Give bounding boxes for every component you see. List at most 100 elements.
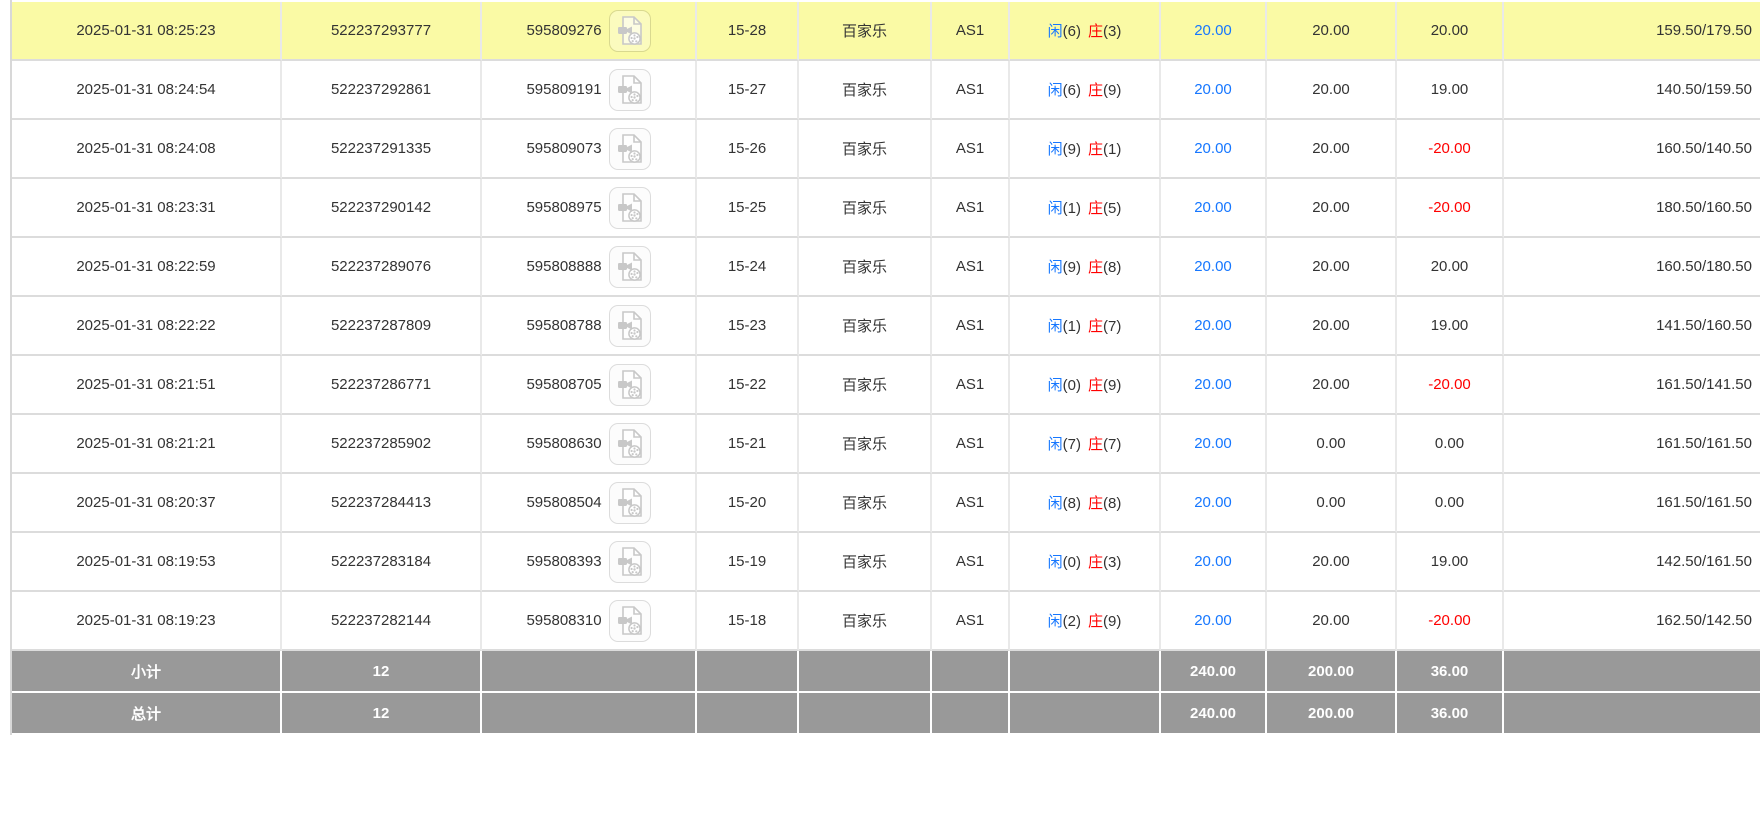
bet-amount-cell: 20.00 [1161,120,1267,179]
bet-record-row[interactable]: 2025-01-31 08:24:08522237291335595809073… [12,120,1760,179]
bet-amount-cell: 20.00 [1161,415,1267,474]
player-label: 闲 [1048,436,1063,453]
game-number-cell: 595808393 [482,533,697,592]
player-label: 闲 [1048,377,1063,394]
bet-amount-link[interactable]: 20.00 [1194,317,1232,334]
bet-amount-link[interactable]: 20.00 [1194,376,1232,393]
win-loss-amount: 19.00 [1397,61,1504,120]
bet-record-row[interactable]: 2025-01-31 08:22:59522237289076595808888… [12,238,1760,297]
bet-record-row[interactable]: 2025-01-31 08:20:37522237284413595808504… [12,474,1760,533]
order-number: 522237289076 [282,238,482,297]
video-replay-button[interactable] [609,10,651,52]
bet-amount-link[interactable]: 20.00 [1194,22,1232,39]
bet-amount-cell: 20.00 [1161,61,1267,120]
banker-label: 庄 [1088,82,1103,99]
total-count: 12 [282,693,482,735]
video-file-icon [615,428,645,460]
bet-amount-link[interactable]: 20.00 [1194,81,1232,98]
result-cell: 闲9庄8 [1010,238,1161,297]
video-file-icon [615,192,645,224]
game-number-cell: 595808975 [482,179,697,238]
round-number: 15-21 [697,415,799,474]
game-number: 595808705 [526,376,601,393]
empty-cell [799,651,932,693]
bet-record-row[interactable]: 2025-01-31 08:19:53522237283184595808393… [12,533,1760,592]
win-loss-amount: -20.00 [1397,120,1504,179]
banker-score: 9 [1103,613,1121,630]
bet-amount-link[interactable]: 20.00 [1194,494,1232,511]
video-replay-button[interactable] [609,541,651,583]
result-cell: 闲1庄7 [1010,297,1161,356]
video-replay-button[interactable] [609,246,651,288]
banker-label: 庄 [1088,436,1103,453]
balance: 180.50/160.50 [1504,179,1760,238]
banker-label: 庄 [1088,377,1103,394]
video-replay-button[interactable] [609,128,651,170]
result-cell: 闲6庄9 [1010,61,1161,120]
video-replay-button[interactable] [609,187,651,229]
bet-amount-link[interactable]: 20.00 [1194,258,1232,275]
game-number-cell: 595808888 [482,238,697,297]
player-score: 9 [1063,141,1081,158]
video-replay-button[interactable] [609,423,651,465]
balance: 140.50/159.50 [1504,61,1760,120]
video-file-icon [615,251,645,283]
round-number: 15-23 [697,297,799,356]
order-number: 522237293777 [282,2,482,61]
bet-record-row[interactable]: 2025-01-31 08:23:31522237290142595808975… [12,179,1760,238]
empty-cell [1010,693,1161,735]
player-label: 闲 [1048,318,1063,335]
game-type: 百家乐 [799,356,932,415]
bet-record-row[interactable]: 2025-01-31 08:24:54522237292861595809191… [12,61,1760,120]
order-number: 522237290142 [282,179,482,238]
banker-label: 庄 [1088,495,1103,512]
video-replay-button[interactable] [609,69,651,111]
bet-record-row[interactable]: 2025-01-31 08:19:23522237282144595808310… [12,592,1760,651]
round-number: 15-19 [697,533,799,592]
empty-cell [1010,651,1161,693]
bet-amount-link[interactable]: 20.00 [1194,435,1232,452]
video-replay-button[interactable] [609,600,651,642]
result-cell: 闲8庄8 [1010,474,1161,533]
bet-amount-link[interactable]: 20.00 [1194,140,1232,157]
win-loss-amount: 0.00 [1397,415,1504,474]
round-number: 15-22 [697,356,799,415]
game-number: 595809191 [526,81,601,98]
bet-time: 2025-01-31 08:21:51 [12,356,282,415]
bet-amount-cell: 20.00 [1161,2,1267,61]
valid-bet-amount: 20.00 [1267,533,1397,592]
round-number: 15-24 [697,238,799,297]
bet-amount-cell: 20.00 [1161,297,1267,356]
video-replay-button[interactable] [609,305,651,347]
bet-record-row[interactable]: 2025-01-31 08:21:21522237285902595808630… [12,415,1760,474]
total-label: 总计 [12,693,282,735]
round-number: 15-25 [697,179,799,238]
banker-score: 3 [1103,554,1121,571]
game-number: 595808630 [526,435,601,452]
bet-time: 2025-01-31 08:19:23 [12,592,282,651]
banker-label: 庄 [1088,200,1103,217]
bet-record-row[interactable]: 2025-01-31 08:25:23522237293777595809276… [12,2,1760,61]
bet-record-row[interactable]: 2025-01-31 08:22:22522237287809595808788… [12,297,1760,356]
banker-score: 9 [1103,377,1121,394]
bet-amount-link[interactable]: 20.00 [1194,612,1232,629]
win-loss-amount: -20.00 [1397,356,1504,415]
video-replay-button[interactable] [609,482,651,524]
game-number: 595808393 [526,553,601,570]
win-loss-amount: 19.00 [1397,297,1504,356]
video-replay-button[interactable] [609,364,651,406]
bet-amount-link[interactable]: 20.00 [1194,199,1232,216]
bet-amount-link[interactable]: 20.00 [1194,553,1232,570]
table-code: AS1 [932,533,1010,592]
player-label: 闲 [1048,613,1063,630]
player-score: 6 [1063,23,1081,40]
bet-record-row[interactable]: 2025-01-31 08:21:51522237286771595808705… [12,356,1760,415]
total-valid-total: 200.00 [1267,693,1397,735]
game-type: 百家乐 [799,415,932,474]
subtotal-bet-total: 240.00 [1161,651,1267,693]
game-number-cell: 595808630 [482,415,697,474]
banker-label: 庄 [1088,554,1103,571]
game-number-cell: 595809191 [482,61,697,120]
order-number: 522237287809 [282,297,482,356]
balance: 159.50/179.50 [1504,2,1760,61]
